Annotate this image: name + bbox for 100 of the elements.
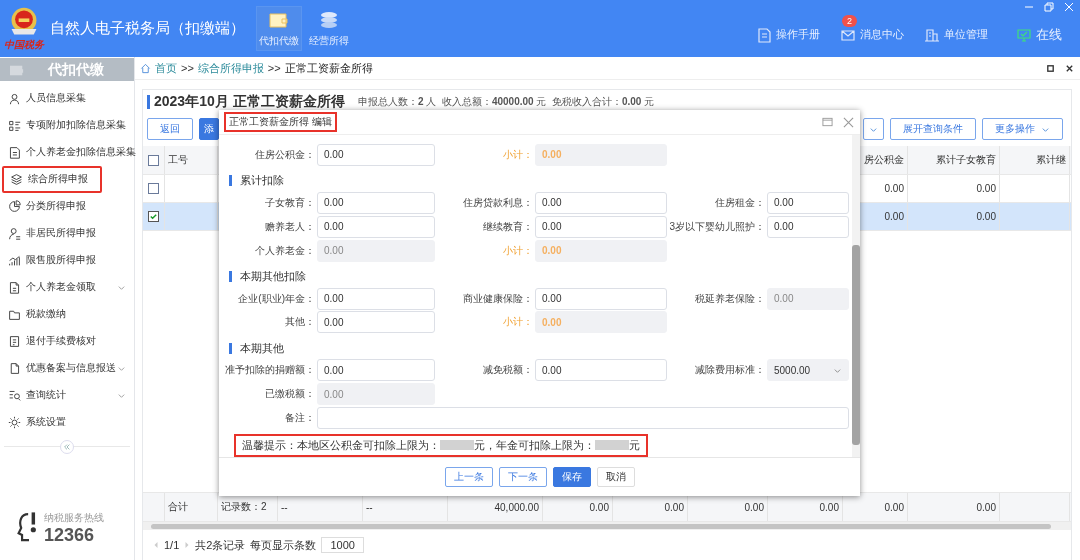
sidebar-item[interactable]: 限售股所得申报 xyxy=(2,247,132,274)
column-header[interactable]: 累计子女教育 xyxy=(936,153,996,167)
subtotal-field: 0.00 xyxy=(535,143,667,166)
tip-text: 温馨提示：本地区公积金可扣除上限为： xyxy=(242,437,440,453)
home-icon[interactable] xyxy=(140,62,151,74)
input-field[interactable]: 0.00 xyxy=(767,191,849,214)
chevron-icon xyxy=(117,283,126,292)
previous-page-icon[interactable] xyxy=(153,541,159,549)
dropdown-button[interactable] xyxy=(863,118,884,140)
record-count: 共2条记录 xyxy=(195,537,246,553)
total-cell: 0.00 xyxy=(976,501,996,513)
total-cell: 0.00 xyxy=(664,501,684,513)
maximize-icon[interactable] xyxy=(822,117,833,127)
dialog-button[interactable]: 取消 xyxy=(596,467,635,487)
sidebar-item[interactable]: 个人养老金领取 xyxy=(2,274,132,301)
column-header[interactable]: 工号 xyxy=(168,153,188,167)
chevron-icon xyxy=(117,391,126,400)
restore-icon[interactable] xyxy=(1046,63,1055,73)
pie-chart-icon xyxy=(8,200,21,213)
scrollbar[interactable] xyxy=(143,522,1071,530)
select-field[interactable]: 5000.00 xyxy=(767,359,849,382)
section-title: 本期其他扣除 xyxy=(240,269,306,285)
remarks-field[interactable] xyxy=(317,407,849,430)
sidebar-item[interactable]: 分类所得申报 xyxy=(2,193,132,220)
sidebar-item[interactable]: 优惠备案与信息报送 xyxy=(2,355,132,382)
input-field[interactable]: 0.00 xyxy=(317,311,435,334)
dialog-button[interactable]: 下一条 xyxy=(498,467,547,487)
column-header[interactable]: 累计继 xyxy=(1036,153,1066,167)
input-field[interactable]: 0.00 xyxy=(535,191,667,214)
double-chevron-icon xyxy=(63,443,71,451)
notification-badge: 2 xyxy=(842,14,857,27)
dropdown-button[interactable]: 更多操作 xyxy=(982,118,1063,140)
checkbox[interactable] xyxy=(148,183,159,194)
page-title: 2023年10月 正常工资薪金所得 xyxy=(154,93,346,111)
breadcrumb-current: 正常工资薪金所得 xyxy=(284,60,373,76)
checkbox[interactable] xyxy=(148,211,159,222)
input-field[interactable]: 0.00 xyxy=(317,143,435,166)
subtotal-field: 0.00 xyxy=(535,239,667,262)
sidebar-item[interactable]: 综合所得申报 xyxy=(2,166,102,193)
input-field[interactable]: 0.00 xyxy=(767,215,849,238)
section-title: 本期其他 xyxy=(240,340,284,356)
field-label: 备注： xyxy=(284,411,315,426)
input-field[interactable]: 0.00 xyxy=(317,287,435,310)
field-label: 住房租金： xyxy=(714,195,765,210)
field-label: 减免税额： xyxy=(482,363,533,378)
manual-icon xyxy=(756,26,772,43)
document-icon xyxy=(8,335,21,348)
readonly-field: 0.00 xyxy=(317,383,435,406)
checkbox[interactable] xyxy=(148,154,159,166)
redaction-mark xyxy=(595,440,629,451)
table-cell: 0.00 xyxy=(884,211,904,222)
sidebar-item[interactable]: 查询统计 xyxy=(2,382,132,409)
tip-text: 元，年金可扣除上限为： xyxy=(474,437,595,453)
sidebar-item[interactable]: 人员信息采集 xyxy=(2,85,132,112)
total-cell: 记录数：2 xyxy=(221,500,267,514)
field-label: 小计： xyxy=(502,243,533,258)
toolbar-button[interactable]: 展开查询条件 xyxy=(890,118,976,140)
breadcrumb-link[interactable]: 首页 xyxy=(155,60,177,76)
close-icon[interactable] xyxy=(1065,63,1074,73)
page-size-field[interactable]: 1000 xyxy=(321,537,364,553)
chevron-icon xyxy=(117,364,126,373)
input-field[interactable]: 0.00 xyxy=(317,215,435,238)
summary-text: 申报总人数：2 人 收入总额：40000.00 元 免税收入合计：0.00 元 xyxy=(358,95,655,109)
bar-chart-icon xyxy=(8,254,21,267)
subtotal-field: 0.00 xyxy=(535,311,667,334)
field-label: 3岁以下婴幼儿照护： xyxy=(669,219,765,234)
breadcrumb-link[interactable]: 综合所得申报 xyxy=(197,60,264,76)
next-page-icon[interactable] xyxy=(184,541,191,549)
field-label: 个人养老金： xyxy=(254,243,315,258)
logo-caption: 中国税务 xyxy=(4,37,44,52)
column-header[interactable]: 房公积金 xyxy=(864,153,904,167)
field-label: 继续教育： xyxy=(482,219,533,234)
field-label: 商业健康保险： xyxy=(462,291,533,306)
field-label: 住房公积金： xyxy=(254,147,315,162)
sidebar-item[interactable]: 专项附加扣除信息采集 xyxy=(2,112,132,139)
dialog-button[interactable]: 保存 xyxy=(552,467,591,487)
app-title: 自然人电子税务局（扣缴端） xyxy=(50,19,246,38)
layers-icon xyxy=(10,173,23,186)
toolbar-button[interactable]: 添 xyxy=(199,118,219,140)
input-field[interactable]: 0.00 xyxy=(535,215,667,238)
input-field[interactable]: 0.00 xyxy=(317,191,435,214)
sidebar-item[interactable]: 退付手续费核对 xyxy=(2,328,132,355)
sidebar-item[interactable]: 非居民所得申报 xyxy=(2,220,132,247)
input-field[interactable]: 0.00 xyxy=(535,359,667,382)
sidebar-item[interactable]: 税款缴纳 xyxy=(2,301,132,328)
total-cell: -- xyxy=(281,501,288,513)
input-field[interactable]: 0.00 xyxy=(535,287,667,310)
field-label: 已缴税额： xyxy=(264,387,315,402)
scrollbar[interactable] xyxy=(852,135,860,457)
table-cell: 0.00 xyxy=(976,211,996,222)
dialog-title: 正常工资薪金所得 编辑 xyxy=(224,112,337,132)
field-label: 准予扣除的捐赠额： xyxy=(224,363,315,378)
input-field[interactable]: 0.00 xyxy=(317,359,435,382)
field-label: 赡养老人： xyxy=(264,219,315,234)
total-cell: 0.00 xyxy=(819,501,839,513)
toolbar-button[interactable]: 返回 xyxy=(147,118,193,140)
dialog-button[interactable]: 上一条 xyxy=(444,467,493,487)
collapse-button[interactable] xyxy=(60,440,74,454)
field-label: 减除费用标准： xyxy=(694,363,765,378)
sidebar-item[interactable]: 系统设置 xyxy=(2,409,132,436)
